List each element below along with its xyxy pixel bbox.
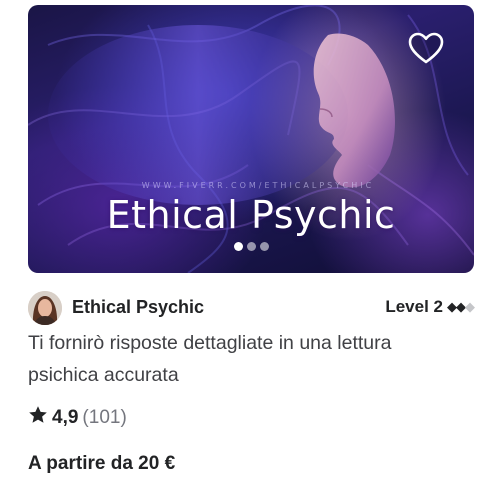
carousel-dot-3[interactable] <box>259 242 269 252</box>
thumbnail-overlay-title: Ethical Psychic <box>106 193 396 237</box>
gig-thumbnail[interactable]: WWW.FIVERR.COM/ETHICALPSYCHIC Ethical Ps… <box>28 5 474 273</box>
rating-row: 4,9 (101) <box>28 405 127 433</box>
thumbnail-watermark: WWW.FIVERR.COM/ETHICALPSYCHIC <box>141 181 375 190</box>
level-diamonds-empty: ◆ <box>465 299 475 314</box>
price-link[interactable]: A partire da 20 € <box>28 453 175 475</box>
level-diamonds-filled: ◆◆ <box>447 299 466 314</box>
seller-level-label: Level 2 <box>385 297 443 316</box>
carousel-dot-2[interactable] <box>246 242 256 252</box>
avatar-image <box>28 291 62 325</box>
level-diamonds-icon: ◆◆◆ <box>447 299 475 315</box>
seller-avatar[interactable] <box>28 291 62 325</box>
carousel-dots <box>28 238 474 252</box>
rating-count: (101) <box>82 407 127 428</box>
gig-title-link[interactable]: Ti fornirò risposte dettagliate in una l… <box>28 327 448 391</box>
gig-card[interactable]: WWW.FIVERR.COM/ETHICALPSYCHIC Ethical Ps… <box>0 0 500 500</box>
seller-level-badge: Level 2 ◆◆◆ <box>385 297 475 317</box>
star-icon <box>29 406 47 423</box>
heart-outline-icon <box>408 32 444 64</box>
seller-row: Ethical Psychic Level 2 ◆◆◆ <box>28 290 475 326</box>
rating-score: 4,9 <box>52 407 79 428</box>
seller-name[interactable]: Ethical Psychic <box>72 297 204 318</box>
favorite-button[interactable] <box>406 29 446 69</box>
carousel-dot-1[interactable] <box>233 242 243 252</box>
